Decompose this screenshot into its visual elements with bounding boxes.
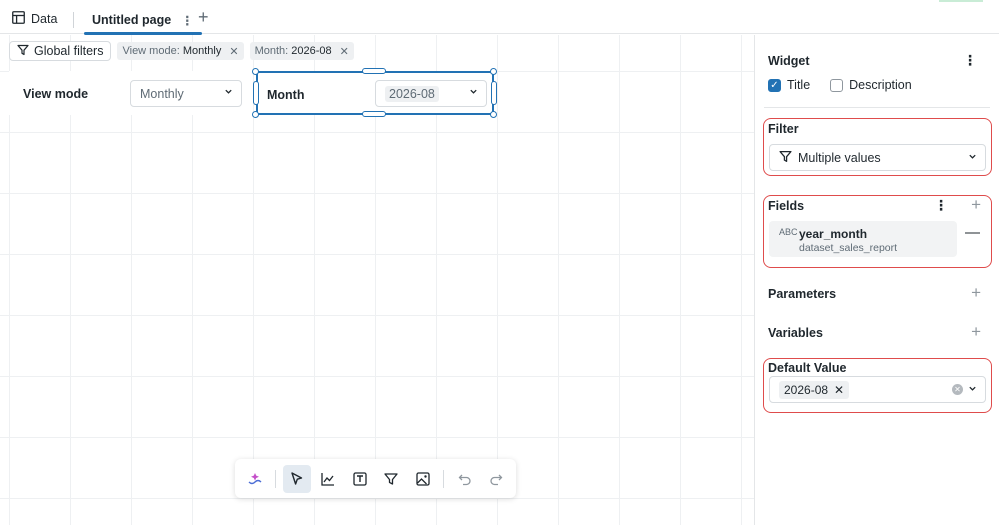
month-filter-widget[interactable]: Month 2026-08 (256, 71, 494, 115)
filter-icon (17, 44, 29, 59)
description-checkbox[interactable] (830, 78, 844, 92)
toolbar-divider (443, 469, 445, 488)
close-icon[interactable]: ✕ (340, 45, 349, 58)
resize-handle-bottom[interactable] (362, 111, 386, 117)
filter-type-value: Multiple values (798, 150, 881, 165)
chip-label: View mode: (122, 45, 180, 57)
filter-bar: Global filters View mode: Monthly ✕ Mont… (9, 41, 354, 61)
global-filters-label: Global filters (34, 44, 104, 58)
tab-page-label: Untitled page (92, 13, 172, 27)
resize-handle-left[interactable] (253, 81, 259, 105)
chevron-down-icon (224, 87, 233, 99)
dropdown-value: 2026-08 (385, 85, 439, 102)
undo-icon[interactable] (451, 465, 478, 493)
page-tab-bar: Data Untitled page ⋮ + (0, 0, 999, 35)
filter-chip-month[interactable]: Month: 2026-08 ✕ (249, 42, 354, 60)
parameters-heading: Parameters (768, 287, 837, 301)
widget-heading: Widget (768, 54, 810, 68)
text-box-icon[interactable] (346, 465, 373, 493)
add-field-icon[interactable]: + (971, 196, 981, 213)
line-chart-icon[interactable] (315, 465, 342, 493)
field-item[interactable]: ABC year_month dataset_sales_report (769, 221, 957, 257)
redo-icon[interactable] (483, 465, 510, 493)
table-icon (12, 11, 25, 27)
default-value-heading: Default Value (768, 361, 847, 375)
dropdown-value: Monthly (140, 86, 184, 101)
view-mode-dropdown[interactable]: Monthly (130, 80, 242, 107)
close-icon[interactable]: ✕ (834, 383, 844, 397)
title-checkbox[interactable]: ✓ (768, 78, 781, 92)
section-divider (764, 107, 990, 108)
image-icon[interactable] (409, 465, 436, 493)
add-page-button[interactable]: + (198, 8, 209, 26)
resize-handle-bottom-right[interactable] (490, 111, 497, 118)
widget-title: Month (267, 88, 305, 102)
filter-type-dropdown[interactable]: Multiple values (769, 144, 986, 171)
add-variable-icon[interactable]: + (971, 323, 981, 340)
tab-data[interactable]: Data (12, 11, 57, 27)
close-icon[interactable]: ✕ (229, 45, 238, 58)
chip-value: 2026-08 (291, 45, 332, 57)
tab-divider (73, 12, 74, 28)
ai-assistant-icon[interactable] (241, 465, 268, 493)
default-value-select[interactable]: 2026-08 ✕ ✕ (769, 376, 986, 403)
title-checkbox-label: Title (787, 78, 811, 92)
default-value-chip: 2026-08 ✕ (779, 380, 850, 399)
string-type-icon: ABC (779, 227, 798, 237)
field-name: year_month (799, 227, 868, 241)
add-parameter-icon[interactable]: + (971, 284, 981, 301)
resize-handle-right[interactable] (491, 81, 497, 105)
default-value-text: 2026-08 (784, 382, 829, 397)
fields-heading: Fields (768, 199, 805, 213)
global-filters-button[interactable]: Global filters (9, 41, 112, 61)
tab-untitled-page[interactable]: Untitled page ⋮ (84, 0, 202, 35)
chevron-down-icon (968, 384, 977, 396)
variables-heading: Variables (768, 326, 823, 340)
dashboard-canvas[interactable]: Global filters View mode: Monthly ✕ Mont… (0, 35, 754, 525)
resize-handle-top-right[interactable] (490, 68, 497, 75)
tab-menu-icon[interactable]: ⋮ (181, 13, 194, 34)
filter-icon (779, 150, 792, 166)
select-pointer-icon[interactable] (283, 464, 311, 493)
title-checkbox-row[interactable]: ✓ Title Description (768, 78, 912, 92)
chip-value: Monthly (182, 45, 222, 57)
toolbar-divider (275, 469, 277, 488)
widget-title: View mode (23, 87, 89, 101)
chip-label: Month: (254, 45, 289, 57)
widget-menu-icon[interactable]: ⋮ (963, 52, 977, 69)
field-dataset: dataset_sales_report (799, 242, 898, 254)
filter-chip-view-mode[interactable]: View mode: Monthly ✕ (117, 42, 244, 60)
tab-data-label: Data (31, 12, 58, 26)
fields-menu-icon[interactable]: ⋮ (934, 197, 948, 214)
clear-icon[interactable]: ✕ (952, 384, 963, 395)
resize-handle-top[interactable] (362, 68, 386, 74)
top-accent-bar (939, 0, 983, 2)
filter-icon[interactable] (377, 465, 404, 493)
description-checkbox-label: Description (849, 78, 912, 92)
remove-field-icon[interactable]: — (965, 225, 980, 240)
filter-heading: Filter (768, 122, 799, 136)
view-mode-filter-widget[interactable]: View mode Monthly (9, 71, 253, 115)
resize-handle-bottom-left[interactable] (252, 111, 259, 118)
canvas-toolbar (235, 459, 516, 498)
chevron-down-icon (968, 152, 977, 164)
month-dropdown[interactable]: 2026-08 (375, 80, 487, 107)
widget-settings-panel: Widget ⋮ ✓ Title Description Filter Mult… (754, 35, 999, 525)
chevron-down-icon (469, 87, 478, 99)
resize-handle-top-left[interactable] (252, 68, 259, 75)
